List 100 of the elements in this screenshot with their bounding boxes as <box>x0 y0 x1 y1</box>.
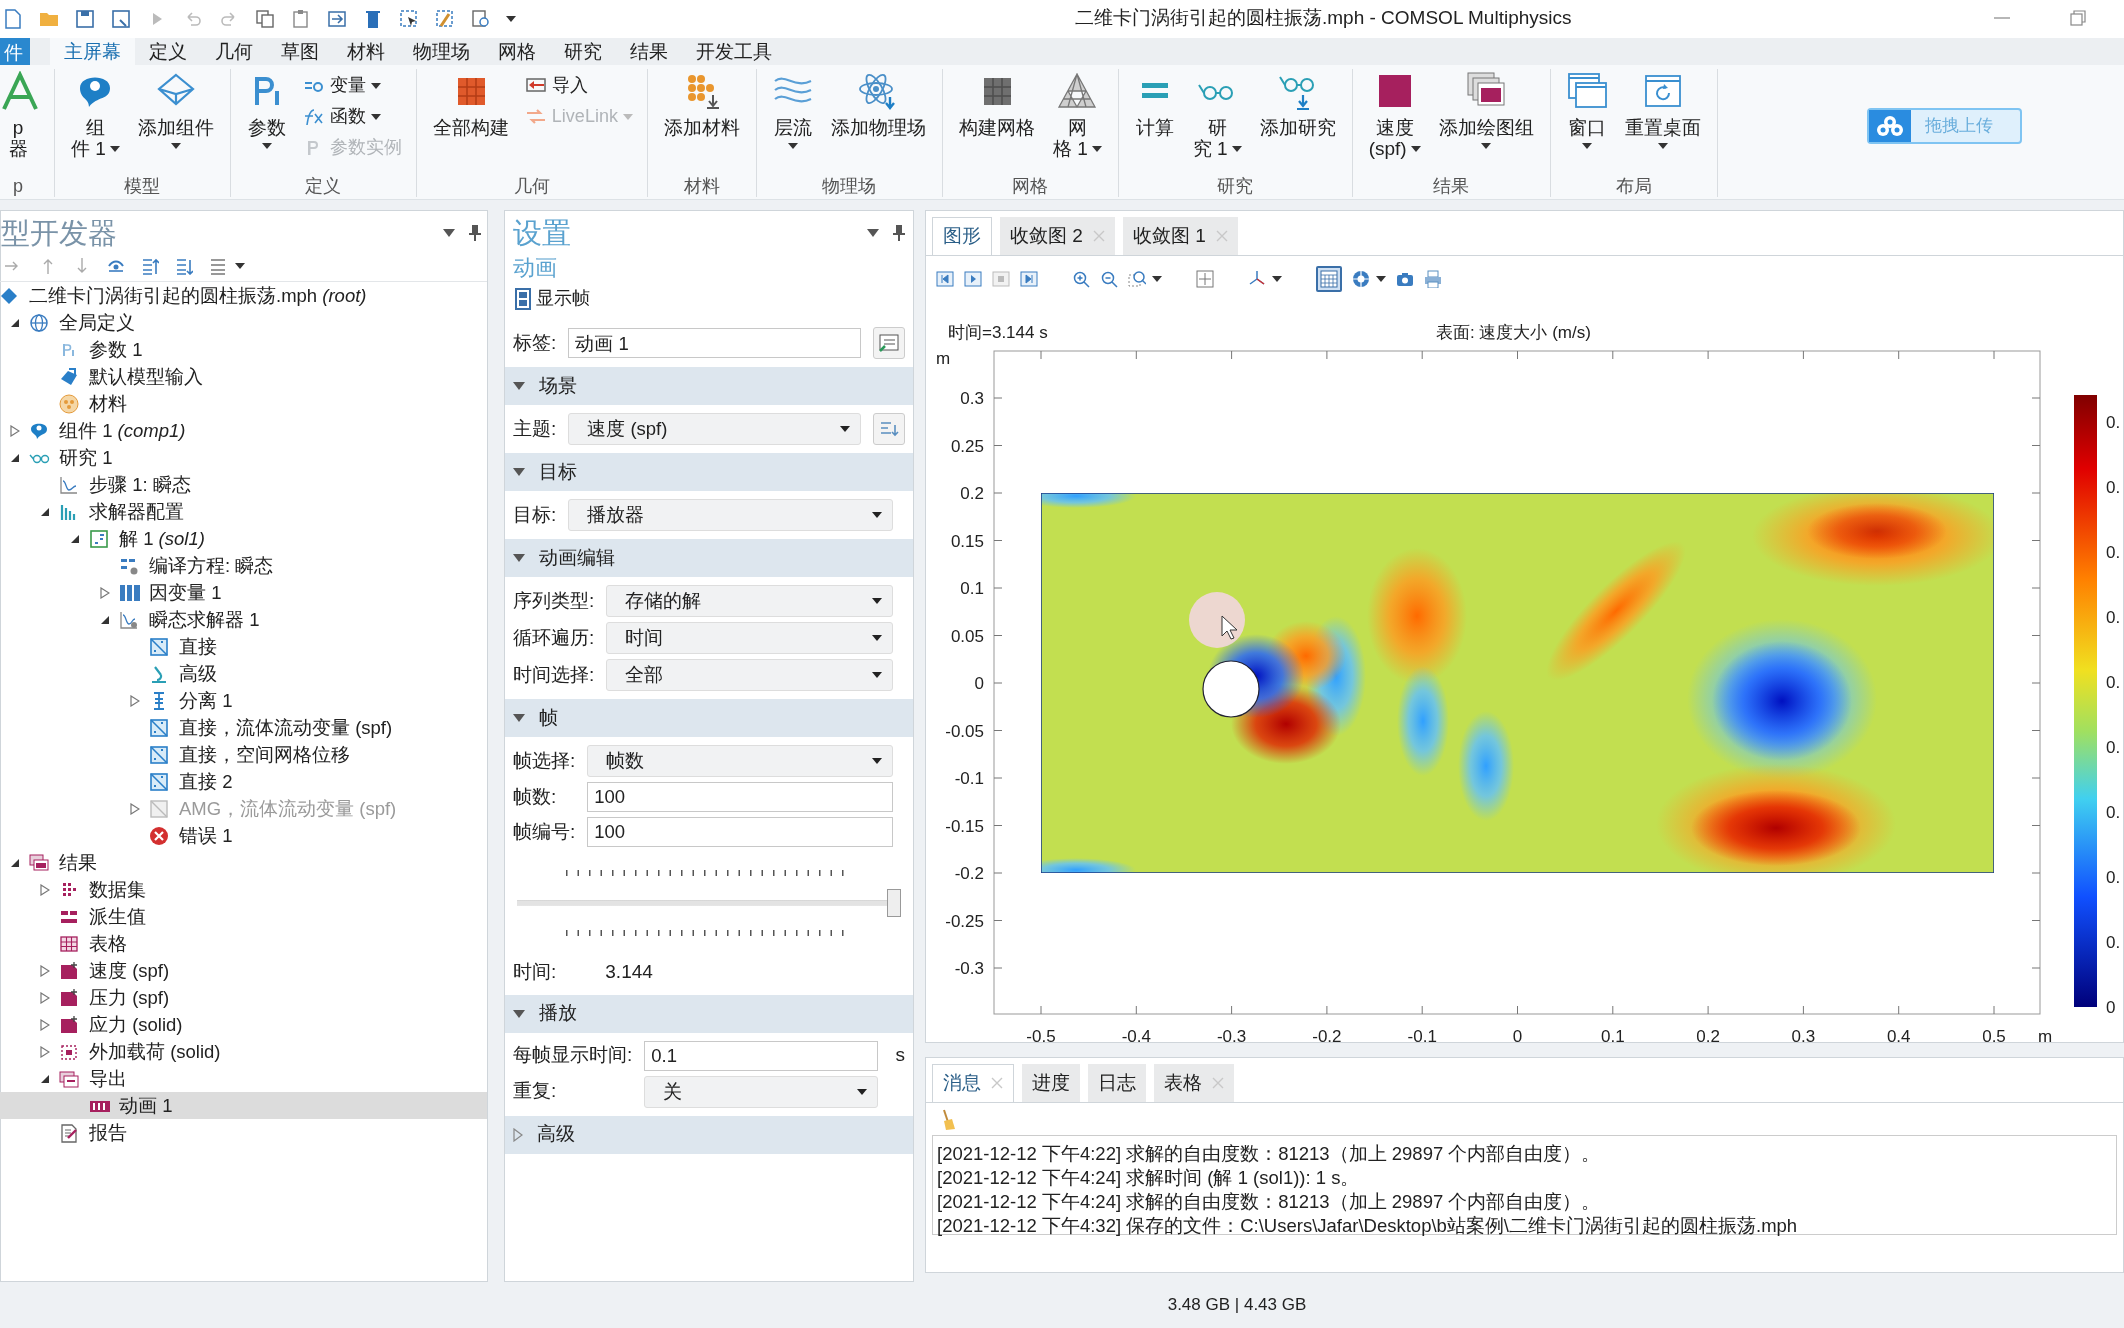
ribbon-button[interactable]: 计算 <box>1128 69 1181 140</box>
restore-icon[interactable] <box>2068 8 2088 28</box>
text-field[interactable]: 0.1 <box>644 1040 878 1071</box>
panel-tab[interactable]: 图形 <box>932 217 992 255</box>
zoom-out-icon[interactable] <box>1100 269 1118 288</box>
tree-item[interactable]: 直接，流体流动变量 (spf) <box>0 714 487 741</box>
collapsed-arrow-icon[interactable] <box>40 883 50 896</box>
tree-item[interactable]: 解 1 (sol1) <box>0 525 487 552</box>
caret-icon[interactable] <box>170 142 181 150</box>
tree-item[interactable]: 直接 <box>0 633 487 660</box>
expanded-arrow-icon[interactable] <box>10 452 20 463</box>
tree-item[interactable]: 数据集 <box>0 876 487 903</box>
tree-item[interactable]: 求解器配置 <box>0 498 487 525</box>
ribbon-button[interactable]: 函数 <box>298 102 406 131</box>
zoom-in-icon[interactable] <box>1072 269 1090 288</box>
dropdown[interactable]: 速度 (spf) <box>568 413 861 445</box>
tree-item[interactable]: 直接，空间网格位移 <box>0 741 487 768</box>
tree-item[interactable]: 研究 1 <box>0 444 487 471</box>
ribbon-button[interactable]: 构建网格 <box>952 69 1041 140</box>
tree-item[interactable]: 全局定义 <box>0 309 487 336</box>
section-header[interactable]: 场景 <box>505 367 913 405</box>
tree-item[interactable]: 分离 1 <box>0 687 487 714</box>
caret-icon[interactable] <box>370 81 381 90</box>
collapsed-arrow-icon[interactable] <box>10 424 20 437</box>
panel-tab[interactable]: 收敛图 1 <box>1122 217 1238 255</box>
ribbon-button[interactable]: 添加材料 <box>657 69 746 140</box>
last-frame-icon[interactable] <box>1020 269 1038 288</box>
section-header[interactable]: 动画编辑 <box>505 539 913 577</box>
ribbon-tab[interactable]: 材料 <box>333 38 399 65</box>
tree-item[interactable]: 派生值 <box>0 903 487 930</box>
ribbon-tab[interactable]: 开发工具 <box>682 38 786 65</box>
expand-all-icon[interactable] <box>141 257 159 275</box>
ribbon-button[interactable]: 全部构建 <box>426 69 515 140</box>
tree-item[interactable]: 速度 (spf) <box>0 957 487 984</box>
panel-tab[interactable]: 表格 <box>1154 1064 1234 1102</box>
ribbon-button[interactable]: p 器 <box>0 69 44 161</box>
text-field[interactable]: 100 <box>587 782 893 812</box>
tree-item[interactable]: 报告 <box>0 1119 487 1146</box>
collapsed-arrow-icon[interactable] <box>100 586 110 599</box>
tree-item[interactable]: 步骤 1: 瞬态 <box>0 471 487 498</box>
tree-item[interactable]: 默认模型输入 <box>0 363 487 390</box>
caret-icon[interactable] <box>1376 274 1386 283</box>
select-box-icon[interactable] <box>398 8 420 30</box>
ribbon-button[interactable]: 速度 (spf) <box>1362 69 1427 161</box>
text-field[interactable]: 100 <box>587 817 893 847</box>
ribbon-tab[interactable]: 网格 <box>484 38 550 65</box>
caret-icon[interactable] <box>1272 274 1282 283</box>
caret-icon[interactable] <box>1657 142 1668 150</box>
save-icon[interactable] <box>74 8 96 30</box>
ribbon-button[interactable]: 层流 <box>766 69 819 152</box>
brush-select-icon[interactable] <box>434 8 456 30</box>
ribbon-tab[interactable]: 几何 <box>201 38 267 65</box>
ribbon-button[interactable]: 添加组件 <box>131 69 220 152</box>
expanded-arrow-icon[interactable] <box>10 857 20 868</box>
tree-item[interactable]: 材料 <box>0 390 487 417</box>
caret-icon[interactable] <box>872 757 882 765</box>
zoom-extents-icon[interactable] <box>1196 269 1214 288</box>
expanded-arrow-icon[interactable] <box>40 506 50 517</box>
ribbon-button[interactable]: 添加物理场 <box>824 69 932 140</box>
tree-item[interactable]: 动画 1 <box>0 1092 487 1119</box>
caret-icon[interactable] <box>1231 144 1242 153</box>
tree-item[interactable]: 导出 <box>0 1065 487 1092</box>
caret-icon[interactable] <box>109 144 120 153</box>
tree-item[interactable]: 二维卡门涡街引起的圆柱振荡.mph (root) <box>0 282 487 309</box>
collapsed-arrow-icon[interactable] <box>40 1018 50 1031</box>
ribbon-button[interactable]: 重置桌面 <box>1618 69 1707 152</box>
ribbon-tab[interactable]: 定义 <box>135 38 201 65</box>
ribbon-button[interactable]: 添加绘图组 <box>1432 69 1540 152</box>
section-header[interactable]: 帧 <box>505 699 913 737</box>
ribbon-tab[interactable]: 物理场 <box>399 38 484 65</box>
panel-tab[interactable]: 消息 <box>932 1064 1014 1102</box>
tree-item[interactable]: 编译方程: 瞬态 <box>0 552 487 579</box>
edit-label-button[interactable] <box>873 327 905 359</box>
caret-icon[interactable] <box>787 142 798 150</box>
collapsed-arrow-icon[interactable] <box>40 1045 50 1058</box>
copy-icon[interactable] <box>254 8 276 30</box>
tree-item[interactable]: 瞬态求解器 1 <box>0 606 487 633</box>
panel-tab[interactable]: 日志 <box>1088 1064 1146 1102</box>
dropdown-arrow-icon[interactable] <box>443 228 455 238</box>
collapse-all-icon[interactable] <box>175 257 193 275</box>
ribbon-tab[interactable]: 主屏幕 <box>50 38 135 65</box>
dropdown[interactable]: 时间 <box>606 622 893 654</box>
file-tab[interactable]: 件 <box>0 38 30 65</box>
tree-item[interactable]: 外加载荷 (solid) <box>0 1038 487 1065</box>
text-field[interactable]: 动画 1 <box>568 328 861 358</box>
collapsed-arrow-icon[interactable] <box>40 991 50 1004</box>
play-icon[interactable] <box>964 269 982 288</box>
save-as-icon[interactable] <box>110 8 132 30</box>
caret-icon[interactable] <box>872 511 882 519</box>
ribbon-tab[interactable]: 研究 <box>550 38 616 65</box>
ribbon-tab[interactable]: 结果 <box>616 38 682 65</box>
ribbon-button[interactable]: 组 件 1 <box>65 69 126 161</box>
search-icon[interactable] <box>470 8 492 30</box>
collapsed-arrow-icon[interactable] <box>40 964 50 977</box>
import-icon[interactable] <box>326 8 348 30</box>
dropdown[interactable]: 帧数 <box>587 745 893 777</box>
show-frame-button[interactable]: 显示帧 <box>511 284 594 313</box>
ribbon-button[interactable]: 窗口 <box>1560 69 1613 152</box>
caret-icon[interactable] <box>872 597 882 605</box>
slider-thumb[interactable] <box>887 888 901 917</box>
